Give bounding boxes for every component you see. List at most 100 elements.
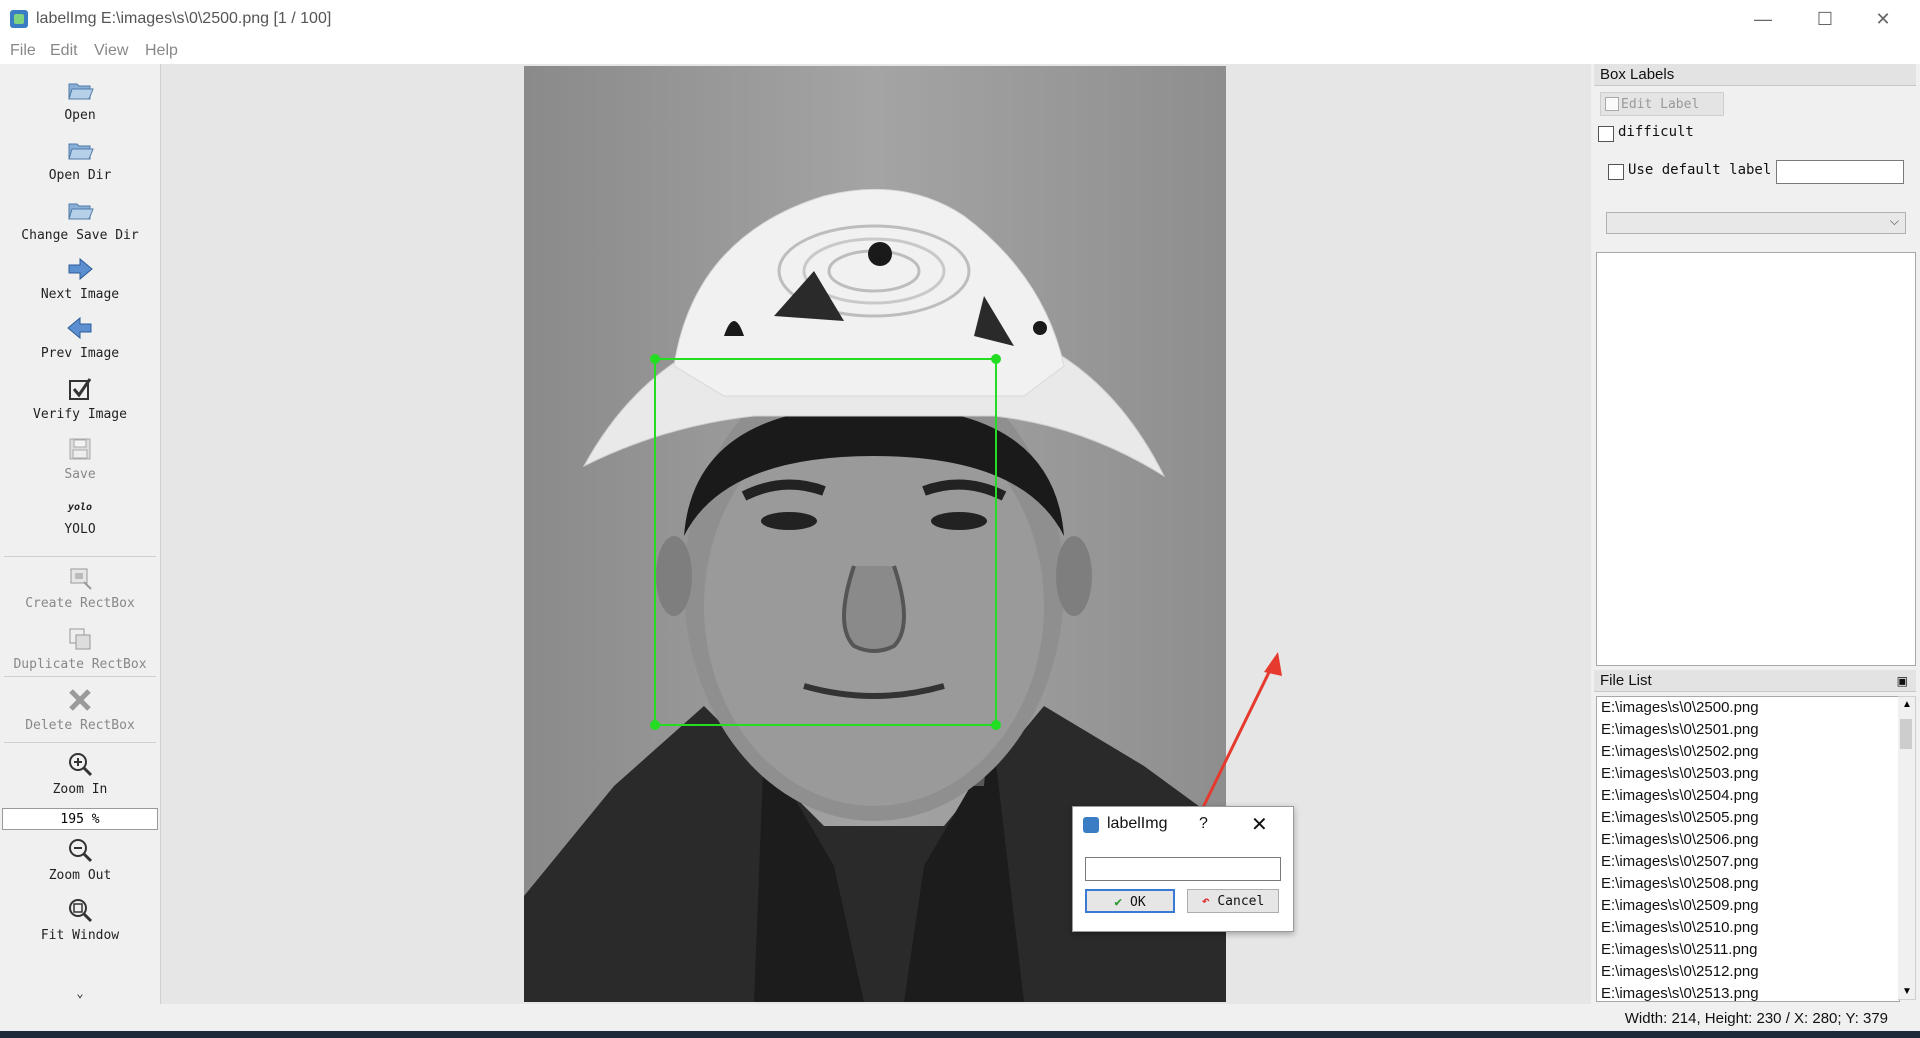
cancel-label: Cancel [1217, 894, 1265, 909]
file-list[interactable]: E:\images\s\0\2500.png E:\images\s\0\250… [1596, 696, 1900, 1002]
use-default-label-checkbox[interactable] [1608, 164, 1624, 180]
open-label: Open [64, 108, 96, 123]
menu-edit[interactable]: Edit [50, 42, 78, 60]
right-panel: Box Labels Edit Label difficult Use defa… [1594, 64, 1920, 1004]
duplicate-rectbox-button[interactable]: Duplicate RectBox [0, 625, 160, 672]
fit-window-button[interactable]: Fit Window [0, 896, 160, 943]
arrow-right-icon [66, 255, 94, 283]
toolbar-divider [4, 556, 156, 557]
window-title: labelImg E:\images\s\0\2500.png [1 / 100… [36, 10, 332, 27]
file-list-item[interactable]: E:\images\s\0\2509.png [1597, 895, 1899, 917]
save-label: Save [64, 467, 96, 482]
maximize-button[interactable]: ☐ [1802, 6, 1848, 32]
file-list-item[interactable]: E:\images\s\0\2502.png [1597, 741, 1899, 763]
fit-window-label: Fit Window [40, 928, 120, 943]
menu-help[interactable]: Help [145, 42, 178, 60]
folder-open-icon [66, 76, 94, 104]
file-list-item[interactable]: E:\images\s\0\2501.png [1597, 719, 1899, 741]
create-rectbox-button[interactable]: Create RectBox [0, 564, 160, 611]
open-dir-label: Open Dir [48, 168, 112, 183]
file-list-item[interactable]: E:\images\s\0\2507.png [1597, 851, 1899, 873]
menu-bar: File Edit View Help [0, 38, 1920, 64]
checkbox-checked-icon [66, 375, 94, 403]
dialog-title: labelImg [1107, 815, 1168, 832]
yolo-icon: yolo [67, 502, 93, 513]
file-list-item[interactable]: E:\images\s\0\2511.png [1597, 939, 1899, 961]
next-image-label: Next Image [40, 287, 120, 302]
file-list-scrollbar[interactable]: ▲ ▼ [1898, 696, 1916, 1000]
label-combo-box[interactable]: ⌵ [1606, 212, 1906, 234]
zoom-value-field[interactable]: 195 % [2, 808, 158, 830]
open-button[interactable]: Open [0, 76, 160, 123]
file-list-item[interactable]: E:\images\s\0\2505.png [1597, 807, 1899, 829]
minimize-button[interactable]: — [1740, 6, 1786, 32]
labelimg-app-icon [10, 10, 28, 28]
status-text: Width: 214, Height: 230 / X: 280; Y: 379 [1624, 1010, 1888, 1027]
delete-x-icon [66, 686, 94, 714]
verify-image-label: Verify Image [33, 407, 127, 422]
close-button[interactable]: ✕ [1860, 6, 1906, 32]
zoom-in-label: Zoom In [52, 782, 108, 797]
file-list-item[interactable]: E:\images\s\0\2512.png [1597, 961, 1899, 983]
menu-view[interactable]: View [94, 42, 128, 60]
next-image-button[interactable]: Next Image [0, 255, 160, 302]
undo-arrow-icon: ↶ [1201, 894, 1210, 909]
label-dialog: labelImg ? ✕ ✔ OK ↶ Cancel [1072, 806, 1294, 932]
file-list-title: File List [1600, 672, 1652, 689]
create-rectbox-label: Create RectBox [25, 596, 135, 611]
create-rect-icon [66, 564, 94, 592]
file-list-item[interactable]: E:\images\s\0\2500.png [1597, 697, 1899, 719]
delete-rectbox-button[interactable]: Delete RectBox [0, 686, 160, 733]
chevron-down-icon: ⌵ [1889, 214, 1899, 228]
dialog-help-button[interactable]: ? [1199, 815, 1208, 833]
file-list-header: File List ▣ [1594, 670, 1916, 692]
format-label: YOLO [64, 522, 96, 537]
taskbar [0, 1031, 1920, 1038]
verify-image-button[interactable]: Verify Image [0, 375, 160, 422]
format-yolo-button[interactable]: yolo YOLO [0, 502, 160, 537]
labelimg-app-icon [1083, 817, 1099, 833]
default-label-input[interactable] [1776, 160, 1904, 184]
dialog-close-button[interactable]: ✕ [1251, 812, 1268, 837]
file-list-item[interactable]: E:\images\s\0\2503.png [1597, 763, 1899, 785]
label-list[interactable] [1596, 252, 1916, 666]
ok-label: OK [1130, 895, 1146, 910]
difficult-label: difficult [1618, 124, 1694, 140]
fit-window-icon [66, 896, 94, 924]
difficult-checkbox[interactable] [1598, 126, 1614, 142]
folder-open-icon [66, 136, 94, 164]
edit-label-button[interactable]: Edit Label [1600, 92, 1724, 116]
zoom-out-button[interactable]: Zoom Out [0, 836, 160, 883]
scroll-down-icon[interactable]: ▼ [1902, 986, 1912, 997]
cancel-button[interactable]: ↶ Cancel [1187, 889, 1279, 913]
delete-rectbox-label: Delete RectBox [25, 718, 135, 733]
menu-file[interactable]: File [10, 42, 36, 60]
zoom-out-label: Zoom Out [48, 868, 112, 883]
scrollbar-thumb[interactable] [1900, 719, 1912, 749]
zoom-out-icon [66, 836, 94, 864]
toolbar-more-button[interactable]: ⌄ [0, 986, 160, 1000]
scroll-up-icon[interactable]: ▲ [1902, 699, 1912, 710]
save-button[interactable]: Save [0, 435, 160, 482]
use-default-label-text: Use default label [1628, 162, 1772, 178]
file-list-item[interactable]: E:\images\s\0\2506.png [1597, 829, 1899, 851]
file-list-item[interactable]: E:\images\s\0\2513.png [1597, 983, 1899, 1001]
label-input[interactable] [1085, 857, 1281, 881]
duplicate-rectbox-label: Duplicate RectBox [13, 657, 147, 672]
toolbar-divider [4, 676, 156, 677]
edit-label-text: Edit Label [1621, 97, 1700, 112]
undock-icon[interactable]: ▣ [1897, 670, 1908, 692]
file-list-item[interactable]: E:\images\s\0\2508.png [1597, 873, 1899, 895]
prev-image-label: Prev Image [40, 346, 120, 361]
check-icon: ✔ [1114, 895, 1123, 910]
zoom-in-button[interactable]: Zoom In [0, 750, 160, 797]
save-disk-icon [66, 435, 94, 463]
file-list-item[interactable]: E:\images\s\0\2504.png [1597, 785, 1899, 807]
prev-image-button[interactable]: Prev Image [0, 314, 160, 361]
file-list-item[interactable]: E:\images\s\0\2510.png [1597, 917, 1899, 939]
zoom-in-icon [66, 750, 94, 778]
open-dir-button[interactable]: Open Dir [0, 136, 160, 183]
arrow-left-icon [66, 314, 94, 342]
ok-button[interactable]: ✔ OK [1085, 889, 1175, 913]
change-save-dir-button[interactable]: Change Save Dir [0, 196, 160, 243]
